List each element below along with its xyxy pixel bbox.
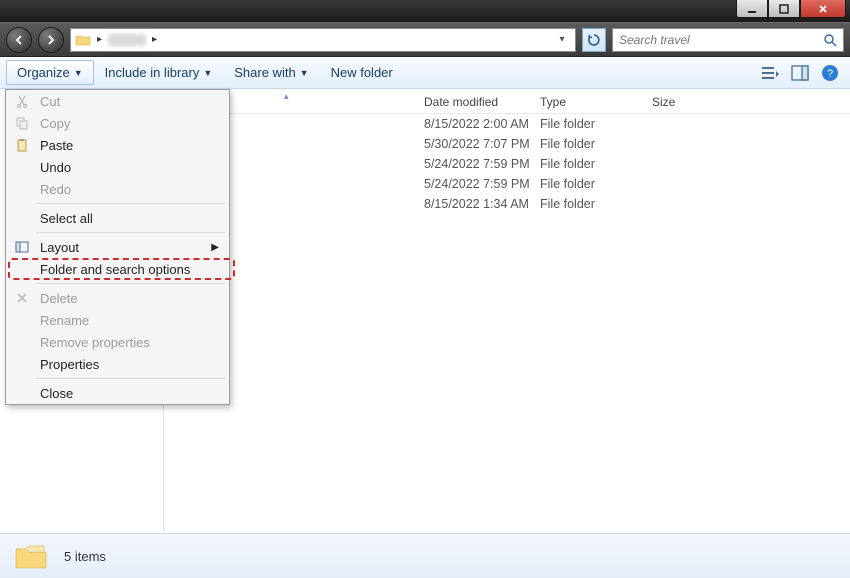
menu-separator [36, 378, 225, 379]
menu-item-delete[interactable]: Delete [6, 287, 229, 309]
cell-type: File folder [540, 117, 652, 131]
navigation-bar: ▸ ▸ ▾ [0, 22, 850, 57]
breadcrumb-arrow-icon[interactable]: ▸ [95, 34, 104, 45]
svg-text:?: ? [827, 68, 833, 80]
menu-separator [36, 283, 225, 284]
menu-item-select-all[interactable]: Select all [6, 207, 229, 229]
cell-date: 5/30/2022 7:07 PM [424, 137, 540, 151]
menu-item-close[interactable]: Close [6, 382, 229, 404]
table-row[interactable]: family 8/15/2022 2:00 AM File folder [164, 114, 850, 134]
cut-icon [14, 93, 30, 109]
menu-label: Remove properties [40, 335, 150, 350]
search-icon [823, 33, 837, 47]
chevron-down-icon: ▼ [203, 68, 212, 78]
menu-separator [36, 203, 225, 204]
menu-item-copy[interactable]: Copy [6, 112, 229, 134]
refresh-button[interactable] [582, 28, 606, 52]
table-row[interactable]: 5/24/2022 7:59 PM File folder [164, 174, 850, 194]
menu-item-redo[interactable]: Redo [6, 178, 229, 200]
organize-menu: Cut Copy Paste Undo Redo Select all Layo… [5, 89, 230, 405]
menu-label: Folder and search options [40, 262, 190, 277]
minimize-button[interactable] [736, 0, 768, 18]
cell-date: 8/15/2022 2:00 AM [424, 117, 540, 131]
menu-label: Delete [40, 291, 78, 306]
cell-type: File folder [540, 197, 652, 211]
status-item-count: 5 items [64, 549, 106, 564]
cell-type: File folder [540, 177, 652, 191]
column-header-type[interactable]: Type [540, 95, 652, 109]
include-label: Include in library [105, 65, 200, 80]
paste-icon [14, 137, 30, 153]
address-dropdown-icon[interactable]: ▾ [553, 34, 571, 45]
menu-label: Layout [40, 240, 79, 255]
organize-button[interactable]: Organize ▼ [6, 60, 94, 85]
share-label: Share with [234, 65, 295, 80]
cell-date: 8/15/2022 1:34 AM [424, 197, 540, 211]
menu-separator [36, 232, 225, 233]
cell-type: File folder [540, 157, 652, 171]
menu-label: Redo [40, 182, 71, 197]
breadcrumb-item[interactable] [108, 34, 146, 46]
breadcrumb-arrow-icon[interactable]: ▸ [150, 34, 159, 45]
address-bar[interactable]: ▸ ▸ ▾ [70, 28, 576, 52]
search-box[interactable] [612, 28, 844, 52]
column-headers[interactable]: ▴ Date modified Type Size [164, 89, 850, 114]
column-header-date[interactable]: Date modified [424, 95, 540, 109]
menu-label: Paste [40, 138, 73, 153]
delete-icon [14, 290, 30, 306]
table-row[interactable]: 2 8/15/2022 1:34 AM File folder [164, 194, 850, 214]
preview-pane-button[interactable] [790, 63, 810, 83]
table-row[interactable]: 5/30/2022 7:07 PM File folder [164, 134, 850, 154]
menu-label: Select all [40, 211, 93, 226]
organize-label: Organize [17, 65, 70, 80]
menu-item-layout[interactable]: Layout ▶ [6, 236, 229, 258]
menu-item-remove-properties[interactable]: Remove properties [6, 331, 229, 353]
folder-icon [75, 32, 91, 48]
status-bar: 5 items [0, 533, 850, 578]
cell-date: 5/24/2022 7:59 PM [424, 177, 540, 191]
window-controls [736, 0, 846, 18]
close-button[interactable] [800, 0, 846, 18]
file-rows: family 8/15/2022 2:00 AM File folder 5/3… [164, 114, 850, 214]
copy-icon [14, 115, 30, 131]
command-bar: Organize ▼ Include in library ▼ Share wi… [0, 57, 850, 89]
newfolder-label: New folder [331, 65, 393, 80]
menu-item-paste[interactable]: Paste [6, 134, 229, 156]
cell-type: File folder [540, 137, 652, 151]
menu-label: Properties [40, 357, 99, 372]
file-list-pane[interactable]: ▴ Date modified Type Size family 8/15/20… [164, 89, 850, 533]
menu-label: Rename [40, 313, 89, 328]
chevron-down-icon: ▼ [300, 68, 309, 78]
menu-label: Cut [40, 94, 60, 109]
chevron-down-icon: ▼ [74, 68, 83, 78]
forward-button[interactable] [38, 27, 64, 53]
help-button[interactable]: ? [820, 63, 840, 83]
menu-label: Copy [40, 116, 70, 131]
search-input[interactable] [619, 33, 823, 47]
folder-icon [14, 541, 48, 571]
cell-date: 5/24/2022 7:59 PM [424, 157, 540, 171]
menu-label: Undo [40, 160, 71, 175]
sort-indicator-icon: ▴ [284, 91, 289, 102]
menu-item-folder-options[interactable]: Folder and search options [6, 258, 229, 280]
layout-icon [14, 239, 30, 255]
include-in-library-button[interactable]: Include in library ▼ [94, 60, 224, 85]
menu-item-properties[interactable]: Properties [6, 353, 229, 375]
submenu-arrow-icon: ▶ [211, 242, 219, 253]
menu-item-cut[interactable]: Cut [6, 90, 229, 112]
menu-item-undo[interactable]: Undo [6, 156, 229, 178]
maximize-button[interactable] [768, 0, 800, 18]
back-button[interactable] [6, 27, 32, 53]
menu-item-rename[interactable]: Rename [6, 309, 229, 331]
share-with-button[interactable]: Share with ▼ [223, 60, 319, 85]
window-titlebar [0, 0, 850, 22]
menu-label: Close [40, 386, 73, 401]
view-options-button[interactable] [760, 63, 780, 83]
column-header-size[interactable]: Size [652, 95, 732, 109]
table-row[interactable]: 5/24/2022 7:59 PM File folder [164, 154, 850, 174]
new-folder-button[interactable]: New folder [320, 60, 404, 85]
